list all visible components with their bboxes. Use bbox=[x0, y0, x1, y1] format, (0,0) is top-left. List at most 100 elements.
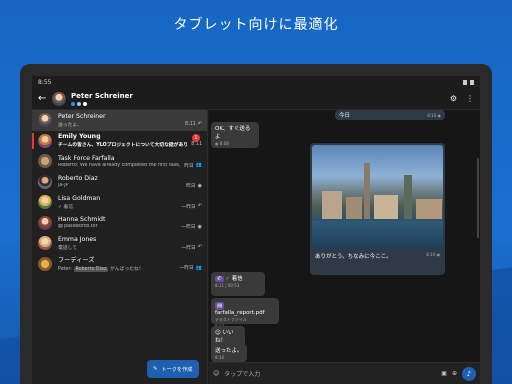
app-bar: ← Peter Schreiner ⚙ ⋮ bbox=[32, 88, 480, 110]
building bbox=[374, 195, 398, 219]
back-arrow-icon[interactable]: ← bbox=[38, 93, 52, 104]
conversation-name: フーディーズ bbox=[58, 257, 95, 265]
message-outgoing[interactable]: 今日 8:10 ◉ bbox=[335, 110, 445, 120]
eye-icon: ◉ bbox=[197, 223, 202, 230]
seen-eye-icon: ◉ bbox=[437, 113, 442, 118]
new-chat-button[interactable]: ✎ トークを作成 bbox=[147, 360, 199, 378]
check-icon: ✓ bbox=[225, 276, 230, 282]
conversation-name: Emma Jones bbox=[58, 235, 97, 243]
file-message[interactable]: ▤ farfalla_report.pdf テキストファイル 8:13 bbox=[211, 298, 279, 329]
group-icon: 👥 bbox=[195, 162, 202, 169]
status-bar: 8:55 bbox=[32, 76, 480, 88]
emoji-icon[interactable]: ☺ bbox=[213, 370, 219, 377]
message-text: 着信 bbox=[231, 276, 243, 282]
conversation-time: 8:11 bbox=[185, 121, 196, 127]
battery-icon bbox=[470, 79, 474, 85]
message-input-bar: ☺ タップで入力 ▣ ⊕ ♪ bbox=[209, 362, 480, 384]
church-tower bbox=[364, 163, 370, 219]
app-bar-actions: ⚙ ⋮ bbox=[450, 94, 474, 103]
conversation-preview: Roberto: We have already completed the f… bbox=[58, 162, 181, 168]
unread-badge: 1 bbox=[192, 133, 200, 142]
church-tower bbox=[404, 175, 412, 219]
building bbox=[416, 199, 442, 219]
message-text: 送ったよ。 bbox=[215, 348, 243, 354]
conversation-preview: がんばったね！ bbox=[109, 267, 144, 273]
message-text: OK、すぐ送るよ bbox=[215, 126, 251, 140]
conversation-time: 一昨日 bbox=[179, 266, 194, 272]
presence-dot bbox=[71, 101, 75, 106]
conversation-preview: 送ったよ。 bbox=[58, 122, 82, 128]
conversation-preview: passwords.txt bbox=[64, 224, 98, 230]
chat-title-block[interactable]: Peter Schreiner bbox=[71, 92, 133, 106]
avatar bbox=[38, 236, 52, 251]
status-icons bbox=[463, 79, 474, 85]
conversation-hanna-schmidt[interactable]: Hanna Schmidt ▤ passwords.txt 一昨日 ◉ bbox=[32, 213, 207, 234]
conversation-preview: ja-JP bbox=[58, 183, 69, 189]
message-time: 8:11 | 00:53 bbox=[215, 283, 240, 288]
wifi-icon bbox=[463, 79, 467, 85]
building bbox=[346, 197, 362, 219]
conversation-time: 一昨日 bbox=[181, 204, 196, 210]
more-menu-icon[interactable]: ⋮ bbox=[466, 94, 474, 103]
image-message[interactable]: ありがとう。ちなみに今ここ。 8:10 ◉ bbox=[310, 143, 445, 275]
scrollbar[interactable] bbox=[477, 158, 479, 238]
conversation-name: Emily Young bbox=[58, 133, 101, 141]
conversation-task-force-farfalla[interactable]: Task Force Farfalla Roberto: We have alre… bbox=[32, 151, 207, 172]
headline: タブレット向けに最適化 bbox=[173, 17, 339, 33]
reply-icon: ↶ bbox=[197, 244, 202, 251]
status-dot-icon: ● bbox=[215, 141, 219, 146]
city-photo[interactable] bbox=[312, 145, 443, 249]
avatar bbox=[38, 256, 52, 271]
camera-icon[interactable]: ▣ bbox=[441, 370, 447, 377]
conversation-preview: チームの皆さん、YLOプロジェクトについて大切な話があります bbox=[58, 143, 188, 149]
new-chat-label: トークを作成 bbox=[161, 366, 193, 373]
microphone-icon[interactable]: ♪ bbox=[462, 366, 476, 381]
avatar bbox=[38, 174, 52, 189]
conversation-time: 一昨日 bbox=[181, 245, 196, 251]
message-text: 今日 bbox=[339, 113, 351, 119]
conversation-emma-jones[interactable]: Emma Jones 電話して 一昨日 ↶ bbox=[32, 233, 207, 254]
lake bbox=[312, 221, 443, 249]
presence-dots bbox=[71, 101, 133, 106]
conversation-name: Hanna Schmidt bbox=[58, 216, 106, 224]
conversation-time: 昨日 bbox=[184, 163, 194, 169]
conversation-roberto-diaz[interactable]: Roberto Diaz ja-JP 昨日 ◉ bbox=[32, 172, 207, 193]
message-incoming[interactable]: 送ったよ。 8:16 bbox=[211, 344, 247, 362]
conversation-name: Roberto Diaz bbox=[58, 175, 98, 183]
conversation-time: 昨日 bbox=[186, 184, 196, 190]
preview-sender: Peter: bbox=[58, 267, 73, 273]
conversation-time: 8:11 bbox=[191, 142, 202, 148]
eye-icon: ◉ bbox=[197, 182, 202, 189]
avatar bbox=[38, 113, 52, 128]
reply-icon: ↶ bbox=[197, 121, 202, 128]
file-name: farfalla_report.pdf bbox=[215, 310, 265, 316]
status-time: 8:55 bbox=[38, 78, 52, 86]
conversation-preview: ✓ 着信 bbox=[58, 204, 74, 210]
conversation-time: 一昨日 bbox=[181, 225, 196, 231]
message-incoming[interactable]: OK、すぐ送るよ ● 8:08 bbox=[211, 122, 259, 148]
conversation-peter-schreiner[interactable]: Peter Schreiner 送ったよ。 8:11 ↶ bbox=[32, 110, 207, 131]
attachment-icon[interactable]: ⊕ bbox=[452, 370, 457, 377]
message-time: 8:16 bbox=[215, 355, 224, 360]
chat-title: Peter Schreiner bbox=[71, 91, 133, 100]
avatar bbox=[38, 133, 52, 148]
conversation-emily-young[interactable]: Emily Young チームの皆さん、YLOプロジェクトについて大切な話がありま… bbox=[32, 131, 207, 152]
conversation-list: Peter Schreiner 送ったよ。 8:11 ↶ Emily Young チー… bbox=[32, 110, 208, 384]
conversation-lisa-goldman[interactable]: Lisa Goldman ✓ 着信 一昨日 ↶ bbox=[32, 192, 207, 213]
message-input[interactable]: タップで入力 bbox=[224, 369, 436, 378]
tablet-screen: 8:55 ← Peter Schreiner ⚙ ⋮ Peter Schrein… bbox=[32, 76, 480, 384]
avatar[interactable] bbox=[52, 91, 66, 106]
compose-icon: ✎ bbox=[153, 366, 158, 372]
mention-chip: Roberto Diaz bbox=[73, 267, 109, 273]
message-time: 8:10 bbox=[427, 113, 437, 118]
avatar bbox=[38, 195, 52, 210]
settings-icon[interactable]: ⚙ bbox=[450, 94, 457, 103]
phone-icon: ✆ bbox=[215, 276, 224, 282]
conversation-name: Task Force Farfalla bbox=[58, 154, 115, 162]
document-icon: ▤ bbox=[215, 302, 225, 310]
reply-icon: ↶ bbox=[197, 203, 202, 210]
avatar bbox=[38, 154, 52, 169]
conversation-foodies[interactable]: フーディーズ Peter: Roberto Diaz がんばったね！ 一昨日 👥 bbox=[32, 254, 207, 275]
call-message[interactable]: ✆ ✓ 着信 8:11 | 00:53 bbox=[211, 272, 265, 296]
image-caption: ありがとう。ちなみに今ここ。 bbox=[315, 254, 392, 260]
